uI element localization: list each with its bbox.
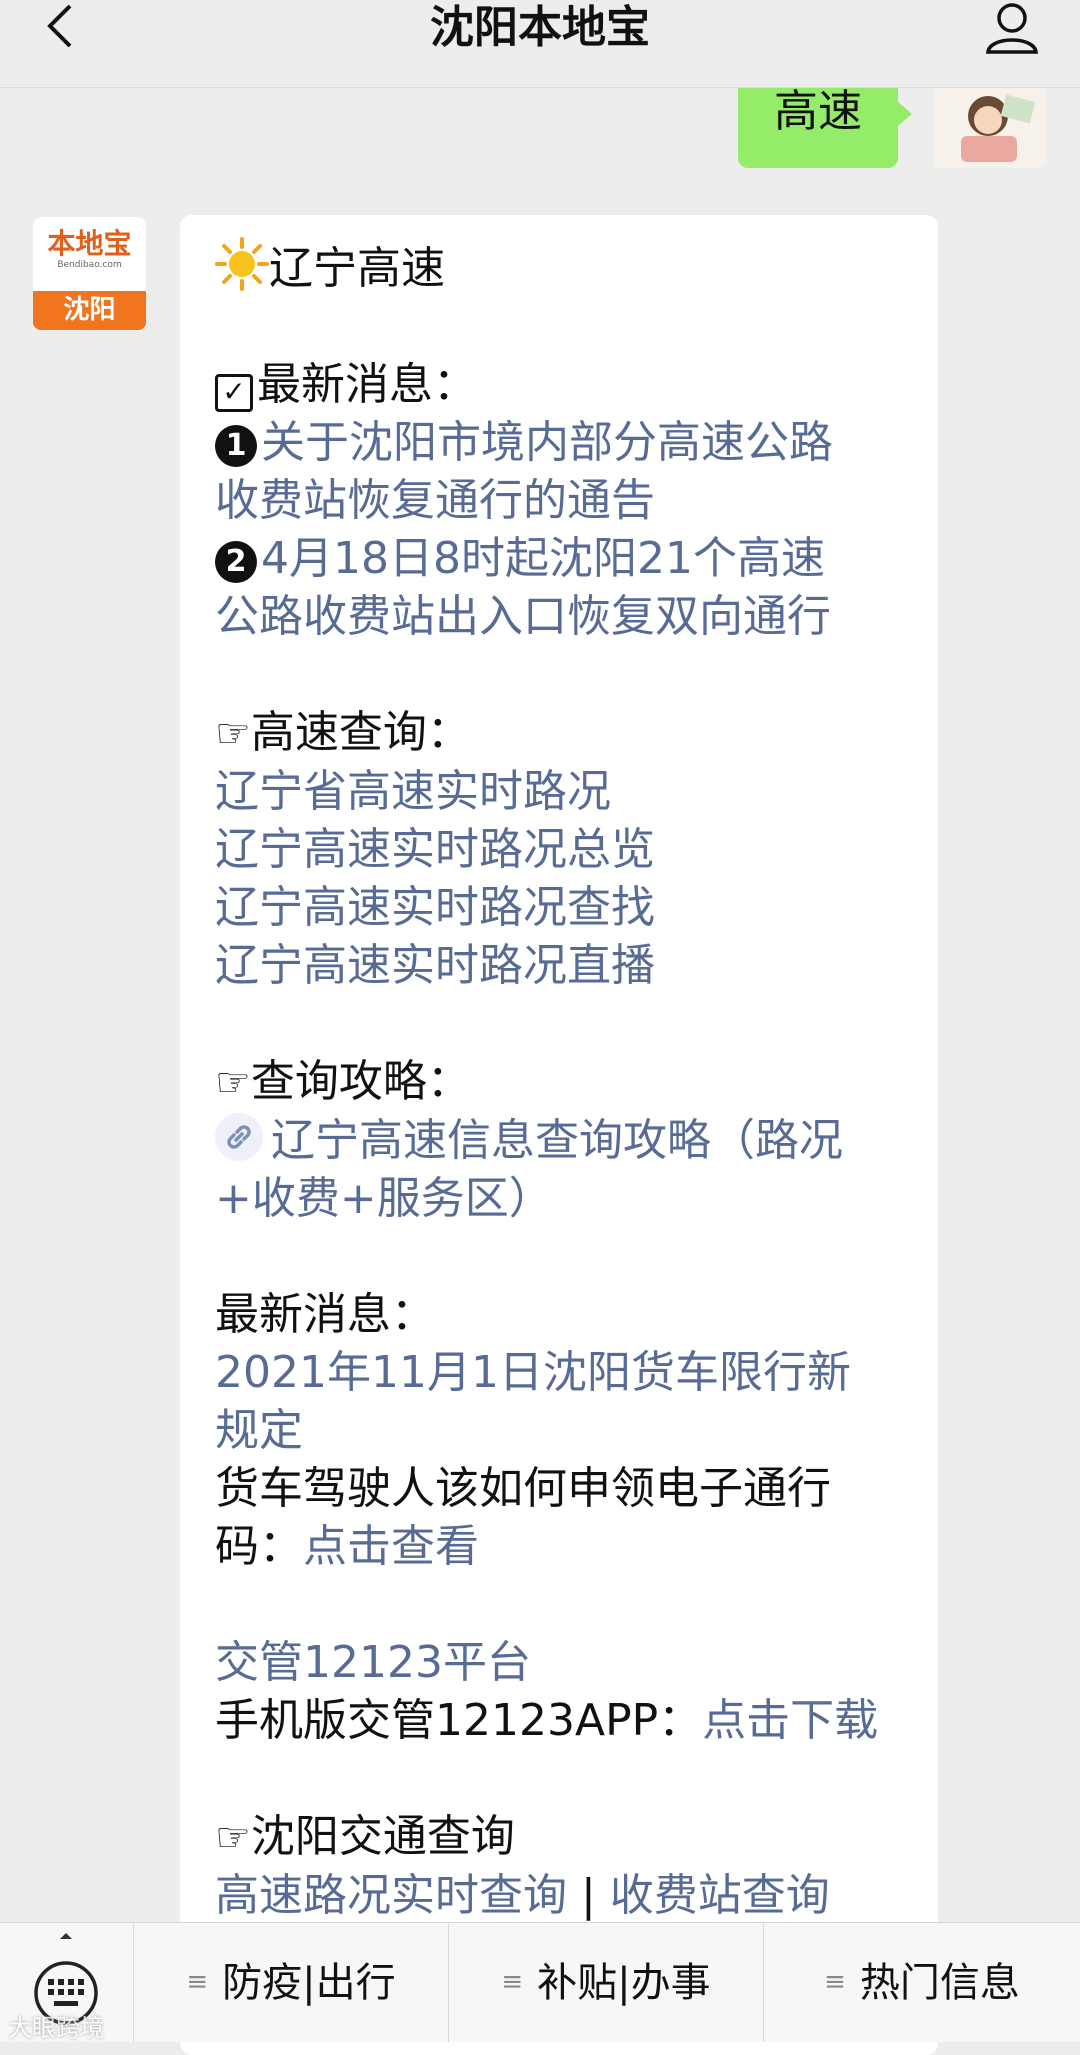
app-text: 手机版交管12123APP： (215, 1695, 703, 1746)
outgoing-message-bubble: 高速 (738, 86, 912, 168)
news-link-2-cont[interactable]: 公路收费站出入口恢复双向通行 (215, 588, 915, 646)
guide-heading: 查询攻略： (250, 1056, 471, 1107)
menu-item-label: 补贴|办事 (537, 1960, 711, 2006)
avatar-city: 沈阳 (33, 291, 146, 330)
app-download-link[interactable]: 点击下载 (702, 1695, 878, 1746)
guide-link-cont[interactable]: +收费+服务区） (215, 1170, 915, 1228)
checkbox-icon: ✓ (215, 374, 253, 412)
pointing-hand-icon: ☞ (215, 711, 251, 757)
pointing-hand-icon: ☞ (215, 1815, 251, 1861)
traffic-heading: 沈阳交通查询 (250, 1811, 515, 1862)
message-title-line: 辽宁高速 (215, 237, 915, 298)
menu-item-label: 热门信息 (859, 1960, 1020, 2006)
latest2-heading: 最新消息： (215, 1289, 435, 1340)
traffic-link-1[interactable]: 高速路况实时查询 (215, 1870, 567, 1921)
page-title: 沈阳本地宝 (430, 2, 650, 53)
truck-text: 货车驾驶人该如何申领电子通行 (215, 1463, 831, 1514)
sun-icon (215, 237, 269, 291)
menu-item-label: 防疫|出行 (222, 1960, 396, 2006)
bottom-menu-bar: ≡ 防疫|出行 ≡ 补贴|办事 ≡ 热门信息 (0, 1922, 1080, 2042)
logo-text: 本地宝 (47, 227, 132, 260)
truck-rule-link[interactable]: 2021年11月1日沈阳货车限行新 (215, 1344, 915, 1402)
official-account-avatar[interactable]: 本地宝 Bendibao.com 沈阳 (33, 217, 146, 330)
news-link-1[interactable]: 关于沈阳市境内部分高速公路 (261, 417, 833, 468)
news-link-1-cont[interactable]: 收费站恢复通行的通告 (215, 472, 915, 530)
mini-program-link-icon (215, 1113, 263, 1161)
number-badge-1-icon: 1 (215, 425, 257, 467)
menu-item-subsidy-services[interactable]: ≡ 补贴|办事 (449, 1923, 764, 2042)
query-link-3[interactable]: 辽宁高速实时路况查找 (215, 879, 915, 937)
traffic-link-2[interactable]: 收费站查询 (610, 1870, 830, 1921)
query-link-2[interactable]: 辽宁高速实时路况总览 (215, 821, 915, 879)
guide-link[interactable]: 辽宁高速信息查询攻略（路况 (271, 1115, 843, 1166)
menu-lines-icon: ≡ (824, 1967, 846, 1997)
avatar-logo: 本地宝 Bendibao.com (33, 217, 146, 291)
truck-rule-link-cont[interactable]: 规定 (215, 1402, 915, 1460)
query-heading: 高速查询： (250, 707, 471, 758)
truck-view-link[interactable]: 点击查看 (303, 1521, 479, 1572)
news-link-2[interactable]: 4月18日8时起沈阳21个高速 (261, 533, 825, 584)
menu-lines-icon: ≡ (501, 1967, 524, 1997)
query-link-4[interactable]: 辽宁高速实时路况直播 (215, 937, 915, 995)
menu-item-epidemic-travel[interactable]: ≡ 防疫|出行 (134, 1923, 449, 2042)
message-title: 辽宁高速 (269, 243, 445, 294)
person-icon[interactable] (982, 0, 1042, 56)
number-badge-2-icon: 2 (215, 541, 257, 583)
menu-lines-icon: ≡ (186, 1967, 209, 1997)
truck-text-cont: 码： (215, 1521, 303, 1572)
nav-bar: 沈阳本地宝 (0, 0, 1080, 88)
incoming-message-bubble: 辽宁高速 ✓ 最新消息： 1 关于沈阳市境内部分高速公路 收费站恢复通行的通告 24… (180, 215, 938, 2055)
traffic-separator: | (567, 1870, 610, 1921)
outgoing-message-text: 高速 (774, 86, 862, 137)
query-link-1[interactable]: 辽宁省高速实时路况 (215, 763, 915, 821)
latest-heading: 最新消息： (257, 359, 477, 410)
latest-heading-line: ✓ 最新消息： (215, 356, 915, 414)
logo-subtext: Bendibao.com (57, 260, 122, 270)
user-avatar[interactable] (933, 88, 1046, 168)
menu-item-hot-info[interactable]: ≡ 热门信息 (764, 1923, 1080, 2042)
platform-link[interactable]: 交管12123平台 (215, 1634, 915, 1692)
pointing-hand-icon: ☞ (215, 1060, 251, 1106)
watermark: 大眼跨境 (8, 2014, 104, 2042)
